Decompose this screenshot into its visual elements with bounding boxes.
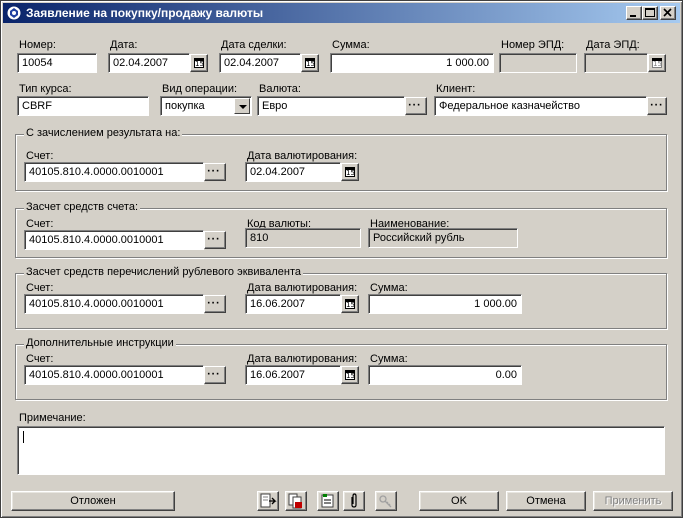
documents-button[interactable]	[285, 491, 307, 511]
ellipsis-icon: ···	[207, 167, 221, 177]
data-epd-calendar-button: 15	[648, 54, 666, 72]
data-calendar-button[interactable]: 15	[190, 54, 208, 72]
ellipsis-icon: ···	[207, 235, 221, 245]
data-sdelki-field[interactable]: 02.04.2007	[219, 53, 301, 73]
nomer-epd-field	[499, 53, 577, 73]
vid-operacii-label: Вид операции:	[162, 83, 238, 95]
ellipsis-icon: ···	[207, 370, 221, 380]
minimize-icon	[630, 15, 636, 17]
note-label: Примечание:	[19, 412, 86, 424]
g4-schet-browse-button[interactable]: ···	[204, 366, 226, 384]
summa-field[interactable]: 1 000.00	[330, 53, 494, 73]
g3-schet-label: Счет:	[26, 282, 54, 294]
cancel-button[interactable]: Отмена	[506, 491, 586, 511]
export-button[interactable]	[257, 491, 279, 511]
g3-schet-field[interactable]: 40105.810.4.0000.0010001	[24, 294, 204, 314]
signature-keys-button	[375, 491, 397, 511]
text-caret	[23, 431, 24, 443]
g4-data-val-field[interactable]: 16.06.2007	[245, 365, 341, 385]
g2-schet-browse-button[interactable]: ···	[204, 231, 226, 249]
attach-file-button[interactable]	[343, 491, 365, 511]
vid-operacii-value: покупка	[165, 100, 205, 112]
g4-schet-label: Счет:	[26, 353, 54, 365]
group-zachislenie-title: С зачислением результата на:	[24, 127, 183, 139]
window-title: Заявление на покупку/продажу валюты	[26, 6, 264, 20]
maximize-button[interactable]	[642, 6, 658, 20]
g1-schet-browse-button[interactable]: ···	[204, 163, 226, 181]
g1-data-val-field[interactable]: 02.04.2007	[245, 162, 341, 182]
g2-schet-label: Счет:	[26, 218, 54, 230]
g1-schet-label: Счет:	[26, 150, 54, 162]
vid-operacii-select[interactable]: покупка	[160, 96, 252, 116]
attachments-list-button[interactable]	[317, 491, 339, 511]
maximize-icon	[645, 8, 655, 17]
g2-kod-field: 810	[245, 228, 361, 248]
tip-kursa-field[interactable]: CBRF	[17, 96, 149, 116]
documents-icon	[288, 493, 302, 509]
g4-schet-field[interactable]: 40105.810.4.0000.0010001	[24, 365, 204, 385]
calendar-icon: 15	[345, 370, 355, 380]
ellipsis-icon: ···	[650, 101, 664, 111]
group-zaschet-perechisleniy-title: Засчет средств перечислений рублевого эк…	[24, 266, 303, 278]
calendar-icon: 15	[345, 167, 355, 177]
group-zaschet-scheta-title: Засчет средств счета:	[24, 201, 141, 213]
data-sdelki-calendar-button[interactable]: 15	[301, 54, 319, 72]
ellipsis-icon: ···	[408, 101, 422, 111]
nomer-field[interactable]: 10054	[17, 53, 97, 73]
title-bar[interactable]: Заявление на покупку/продажу валюты	[3, 3, 680, 23]
g1-data-val-label: Дата валютирования:	[247, 150, 358, 162]
close-button[interactable]	[660, 6, 676, 20]
g2-naim-field: Российский рубль	[368, 228, 518, 248]
g4-summa-field[interactable]: 0.00	[368, 365, 522, 385]
klient-label: Клиент:	[436, 83, 476, 95]
g4-data-val-calendar-button[interactable]: 15	[341, 366, 359, 384]
calendar-icon: 15	[652, 58, 662, 68]
document-list-icon	[321, 494, 334, 508]
g2-schet-field[interactable]: 40105.810.4.0000.0010001	[24, 230, 204, 250]
minimize-button[interactable]	[626, 6, 642, 20]
apply-button: Применить	[593, 491, 673, 511]
close-icon	[663, 8, 672, 17]
nomer-epd-label: Номер ЭПД:	[501, 39, 565, 51]
calendar-icon: 15	[194, 58, 204, 68]
nomer-label: Номер:	[19, 39, 56, 51]
g3-data-val-calendar-button[interactable]: 15	[341, 295, 359, 313]
g3-data-val-field[interactable]: 16.06.2007	[245, 294, 341, 314]
summa-label: Сумма:	[332, 39, 370, 51]
g3-summa-label: Сумма:	[370, 282, 408, 294]
g1-data-val-calendar-button[interactable]: 15	[341, 163, 359, 181]
group-dop-instrukcii-title: Дополнительные инструкции	[24, 337, 176, 349]
g4-data-val-label: Дата валютирования:	[247, 353, 358, 365]
ellipsis-icon: ···	[207, 299, 221, 309]
g1-schet-field[interactable]: 40105.810.4.0000.0010001	[24, 162, 204, 182]
chevron-down-icon[interactable]	[234, 98, 250, 114]
valuta-browse-button[interactable]: ···	[405, 97, 427, 115]
data-epd-field	[584, 53, 648, 73]
keys-icon	[379, 495, 392, 508]
valuta-label: Валюта:	[259, 83, 301, 95]
data-label: Дата:	[110, 39, 138, 51]
paperclip-icon	[351, 493, 357, 508]
g3-data-val-label: Дата валютирования:	[247, 282, 358, 294]
tip-kursa-label: Тип курса:	[19, 83, 72, 95]
calendar-icon: 15	[345, 299, 355, 309]
document-arrow-icon	[260, 493, 277, 508]
app-icon	[6, 5, 22, 21]
data-epd-label: Дата ЭПД:	[586, 39, 640, 51]
klient-browse-button[interactable]: ···	[647, 97, 667, 115]
g3-summa-field[interactable]: 1 000.00	[368, 294, 522, 314]
valuta-field[interactable]: Евро	[257, 96, 405, 116]
note-textarea[interactable]	[17, 426, 665, 475]
data-field[interactable]: 02.04.2007	[108, 53, 190, 73]
dialog-window: Заявление на покупку/продажу валюты Номе…	[0, 0, 683, 518]
g4-summa-label: Сумма:	[370, 353, 408, 365]
klient-field[interactable]: Федеральное казначейство	[434, 96, 647, 116]
data-sdelki-label: Дата сделки:	[221, 39, 287, 51]
g3-schet-browse-button[interactable]: ···	[204, 295, 226, 313]
ok-button[interactable]: OK	[419, 491, 499, 511]
postponed-button[interactable]: Отложен	[11, 491, 175, 511]
calendar-icon: 15	[305, 58, 315, 68]
